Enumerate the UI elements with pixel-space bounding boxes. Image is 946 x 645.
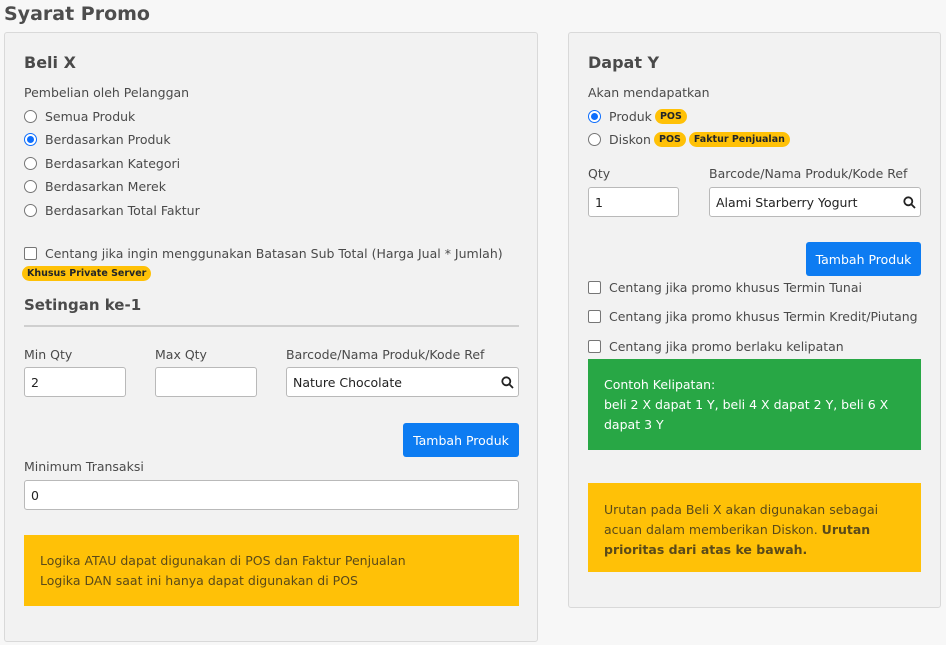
receive-label: Akan mendapatkan [588,85,710,100]
termin-kredit-checkbox[interactable] [588,310,601,323]
radio-label: Berdasarkan Kategori [45,156,181,171]
beli-x-panel: Beli X Pembelian oleh Pelanggan Semua Pr… [4,32,538,642]
min-qty-label: Min Qty [24,347,73,362]
radio-label: Berdasarkan Produk [45,132,171,147]
kelipatan-checkbox-row[interactable]: Centang jika promo berlaku kelipatan [588,339,844,354]
termin-kredit-checkbox-row[interactable]: Centang jika promo khusus Termin Kredit/… [588,309,918,324]
pos-badge: POS [653,132,686,147]
kelipatan-example-alert: Contoh Kelipatan: beli 2 X dapat 1 Y, be… [588,359,921,450]
radio-label: Berdasarkan Total Faktur [45,203,200,218]
radio-indicator[interactable] [24,133,37,146]
search-icon[interactable] [501,375,514,389]
dapat-y-heading: Dapat Y [588,53,660,72]
subtotal-checkbox-row[interactable]: Centang jika ingin menggunakan Batasan S… [24,246,503,261]
termin-tunai-checkbox-row[interactable]: Centang jika promo khusus Termin Tunai [588,280,862,295]
kelipatan-label: Centang jika promo berlaku kelipatan [609,339,844,354]
min-qty-input[interactable]: 2 [24,367,126,397]
alert-line-and: Logika DAN saat ini hanya dapat digunaka… [40,573,358,588]
barcode-search-input[interactable]: Nature Chocolate [286,367,519,397]
barcode-search-value: Alami Starberry Yogurt [716,194,858,210]
logic-info-alert: Logika ATAU dapat digunakan di POS dan F… [24,535,519,606]
radio-berdasarkan-produk[interactable]: Berdasarkan Produk [24,132,171,147]
radio-semua-produk[interactable]: Semua Produk [24,109,135,124]
radio-berdasarkan-total-faktur[interactable]: Berdasarkan Total Faktur [24,203,200,218]
termin-kredit-label: Centang jika promo khusus Termin Kredit/… [609,309,918,324]
min-transaction-input[interactable]: 0 [24,480,519,510]
kelipatan-example-title: Contoh Kelipatan: [604,377,716,392]
radio-label: Semua Produk [45,109,136,124]
max-qty-input[interactable] [155,367,257,397]
beli-x-heading: Beli X [24,53,76,72]
page-title: Syarat Promo [4,3,150,25]
min-transaction-label: Minimum Transaksi [24,459,144,474]
radio-berdasarkan-merek[interactable]: Berdasarkan Merek [24,179,166,194]
radio-indicator[interactable] [24,110,37,123]
purchase-label: Pembelian oleh Pelanggan [24,85,190,100]
radio-berdasarkan-kategori[interactable]: Berdasarkan Kategori [24,156,180,171]
radio-indicator[interactable] [24,180,37,193]
dapat-y-panel: Dapat Y Akan mendapatkan Produk POS Disk… [568,32,941,608]
radio-label: Berdasarkan Merek [45,179,166,194]
radio-indicator[interactable] [588,133,601,146]
setting-title: Setingan ke-1 [24,296,142,314]
subtotal-checkbox-label: Centang jika ingin menggunakan Batasan S… [45,246,503,261]
radio-label: Diskon [609,132,651,147]
barcode-label: Barcode/Nama Produk/Kode Ref [709,166,908,181]
priority-info-alert: Urutan pada Beli X akan digunakan sebaga… [588,483,921,572]
barcode-search-input[interactable]: Alami Starberry Yogurt [709,187,921,217]
qty-label: Qty [588,166,611,181]
add-product-button[interactable]: Tambah Produk [806,242,921,276]
private-server-badge: Khusus Private Server [22,266,152,281]
search-icon[interactable] [903,195,916,209]
kelipatan-checkbox[interactable] [588,340,601,353]
radio-label: Produk [609,109,652,124]
radio-indicator[interactable] [24,157,37,170]
qty-input[interactable]: 1 [588,187,679,217]
faktur-penjualan-badge: Faktur Penjualan [688,132,790,147]
pos-badge: POS [654,109,687,124]
section-divider [24,325,519,327]
radio-produk[interactable]: Produk POS [588,109,687,124]
barcode-search-value: Nature Chocolate [293,374,402,390]
alert-line-or: Logika ATAU dapat digunakan di POS dan F… [40,553,406,568]
termin-tunai-checkbox[interactable] [588,281,601,294]
radio-indicator[interactable] [588,110,601,123]
barcode-label: Barcode/Nama Produk/Kode Ref [286,347,485,362]
termin-tunai-label: Centang jika promo khusus Termin Tunai [609,280,862,295]
kelipatan-example-text: beli 2 X dapat 1 Y, beli 4 X dapat 2 Y, … [604,397,889,432]
add-product-button[interactable]: Tambah Produk [403,423,519,457]
radio-indicator[interactable] [24,204,37,217]
max-qty-label: Max Qty [155,347,207,362]
radio-diskon[interactable]: Diskon POS Faktur Penjualan [588,132,790,147]
subtotal-checkbox[interactable] [24,247,37,260]
